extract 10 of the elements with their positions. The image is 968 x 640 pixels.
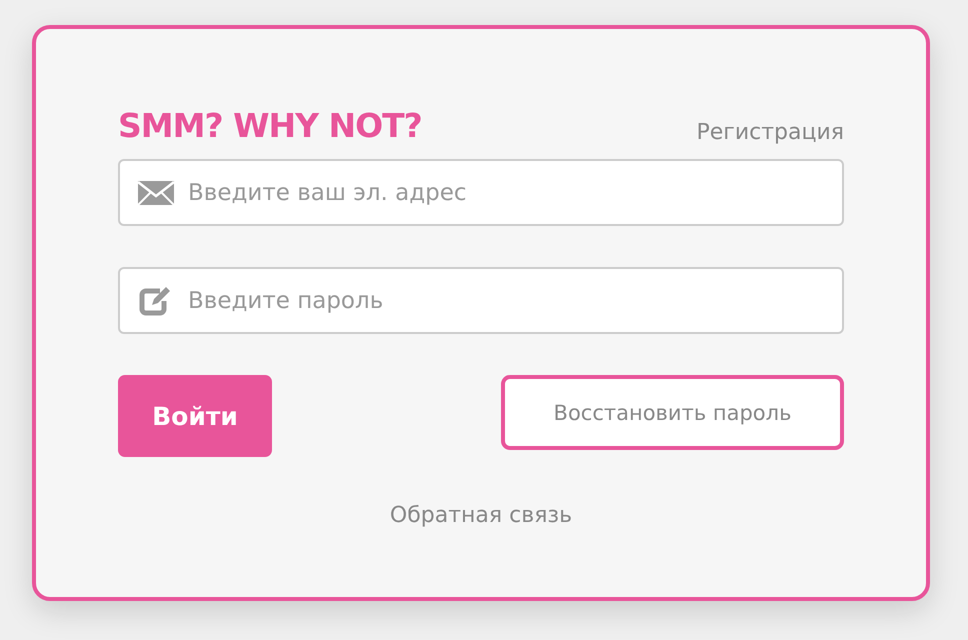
login-button[interactable]: Войти xyxy=(118,375,272,457)
brand-title: SMM? WHY NOT? xyxy=(118,106,422,145)
password-field[interactable]: Введите пароль xyxy=(118,267,844,334)
email-field[interactable]: Введите ваш эл. адрес xyxy=(118,159,844,226)
envelope-icon xyxy=(138,178,174,206)
feedback-link[interactable]: Обратная связь xyxy=(390,503,572,528)
restore-password-button[interactable]: Восстановить пароль xyxy=(501,375,844,450)
password-input[interactable]: Введите пароль xyxy=(188,269,824,332)
email-input[interactable]: Введите ваш эл. адрес xyxy=(188,161,824,224)
register-link[interactable]: Регистрация xyxy=(696,120,844,145)
